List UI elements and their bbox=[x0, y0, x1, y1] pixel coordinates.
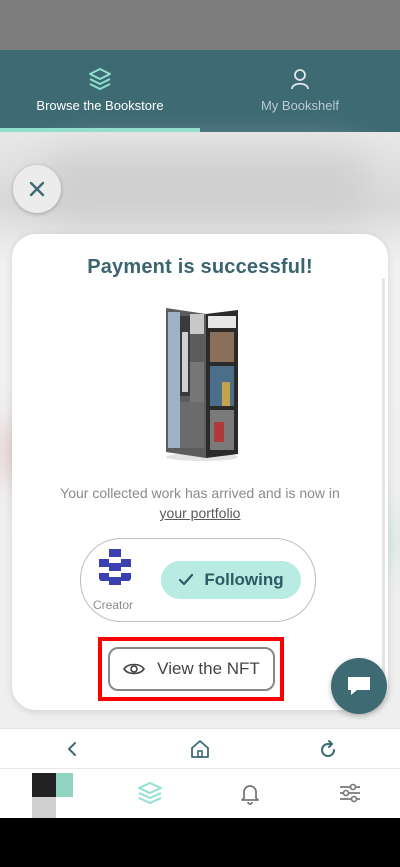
layers-icon[interactable] bbox=[136, 779, 164, 807]
close-icon bbox=[29, 181, 45, 197]
success-message: Your collected work has arrived and is n… bbox=[32, 483, 368, 523]
eye-icon bbox=[123, 663, 146, 675]
top-tab-bar: Browse the Bookstore My Bookshelf bbox=[0, 50, 400, 132]
tab-my-bookshelf[interactable]: My Bookshelf bbox=[200, 50, 400, 132]
bell-icon[interactable] bbox=[236, 779, 264, 807]
system-nav-area bbox=[0, 818, 400, 867]
user-icon bbox=[291, 69, 309, 90]
reload-icon[interactable] bbox=[316, 737, 340, 761]
following-label: Following bbox=[204, 570, 284, 589]
home-icon[interactable] bbox=[188, 737, 212, 761]
app-thumbnail[interactable] bbox=[32, 773, 73, 819]
check-icon bbox=[179, 573, 194, 586]
tab-shelf-label: My Bookshelf bbox=[260, 98, 340, 113]
modal-scrollbar[interactable] bbox=[382, 278, 385, 698]
browser-nav-bar bbox=[0, 728, 400, 769]
close-button[interactable] bbox=[13, 165, 61, 213]
success-message-text: Your collected work has arrived and is n… bbox=[60, 485, 340, 501]
layers-icon bbox=[89, 68, 111, 90]
chat-bubble-icon bbox=[348, 677, 370, 695]
sliders-icon[interactable] bbox=[336, 779, 364, 807]
chat-button[interactable] bbox=[331, 658, 387, 714]
back-icon[interactable] bbox=[60, 737, 84, 761]
following-button[interactable]: Following bbox=[161, 561, 301, 599]
status-bar bbox=[0, 0, 400, 50]
view-nft-label: View the NFT bbox=[157, 659, 260, 678]
bottom-nav-bar bbox=[0, 768, 400, 819]
tab-browse-label: Browse the Bookstore bbox=[36, 98, 164, 113]
creator-avatar[interactable] bbox=[95, 547, 135, 587]
modal-title: Payment is successful! bbox=[87, 256, 313, 278]
creator-follow-pill: Creator Following bbox=[80, 538, 316, 622]
view-nft-button[interactable]: View the NFT bbox=[108, 647, 275, 691]
book-cover-image bbox=[166, 308, 238, 461]
tab-browse-bookstore[interactable]: Browse the Bookstore bbox=[0, 50, 200, 132]
creator-label: Creator bbox=[93, 598, 134, 612]
portfolio-link[interactable]: your portfolio bbox=[160, 505, 241, 521]
creator-logo-icon bbox=[95, 547, 135, 587]
